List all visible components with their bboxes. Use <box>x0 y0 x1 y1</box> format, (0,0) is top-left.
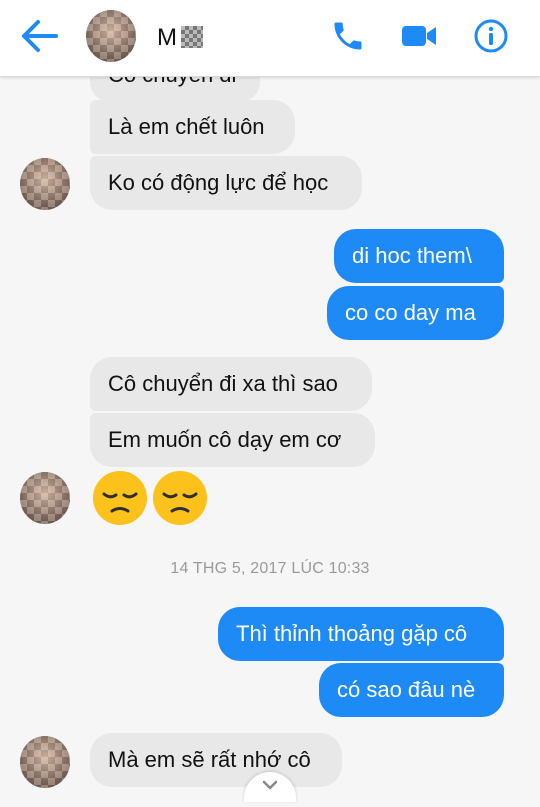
message-incoming[interactable]: Mà em sẽ rất nhớ cô <box>90 733 342 787</box>
message-outgoing[interactable]: có sao đâu nè <box>319 663 504 717</box>
contact-name[interactable]: M <box>157 24 177 52</box>
sender-avatar[interactable] <box>20 736 70 788</box>
sender-avatar[interactable] <box>20 158 70 210</box>
info-icon <box>474 19 508 53</box>
video-call-button[interactable] <box>400 18 438 54</box>
info-button[interactable] <box>472 18 510 54</box>
message-outgoing[interactable]: di hoc them\ <box>334 229 504 283</box>
message-outgoing[interactable]: Thì thỉnh thoảng gặp cô <box>218 607 504 661</box>
phone-icon <box>334 22 362 50</box>
name-blur-mask <box>181 26 203 48</box>
scroll-down-button[interactable] <box>244 772 296 802</box>
message-incoming[interactable]: Ko có động lực để học <box>90 156 362 210</box>
pensive-face-emoji <box>93 471 147 525</box>
sender-avatar[interactable] <box>20 472 70 524</box>
back-arrow-icon <box>22 20 58 52</box>
chat-header: M <box>0 0 540 77</box>
contact-avatar[interactable] <box>86 10 136 62</box>
back-button[interactable] <box>18 18 60 54</box>
call-button[interactable] <box>329 18 367 54</box>
message-incoming[interactable]: Là em chết luôn <box>90 100 295 154</box>
message-incoming[interactable]: Em muốn cô dạy em cơ <box>90 413 375 467</box>
pensive-face-emoji <box>153 471 207 525</box>
chevron-down-icon <box>262 780 278 790</box>
conversation-timestamp: 14 THG 5, 2017 LÚC 10:33 <box>170 560 370 577</box>
message-incoming[interactable]: Cô chuyển đi xa thì sao <box>90 357 372 411</box>
video-camera-icon <box>402 26 436 46</box>
message-outgoing[interactable]: co co day ma <box>327 286 504 340</box>
